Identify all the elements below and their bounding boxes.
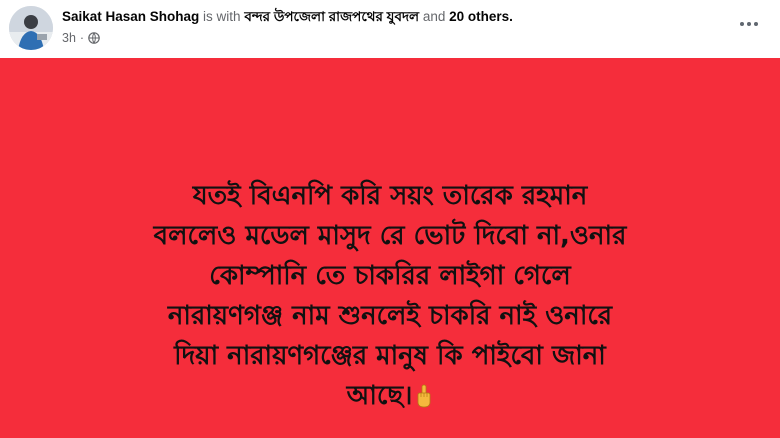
status-text: যতই বিএনপি করি সয়ং তারেক রহমান বললেও মড… bbox=[30, 176, 750, 416]
more-options-icon bbox=[740, 22, 744, 26]
post-header: Saikat Hasan Shohag is with বন্দর উপজেলা… bbox=[0, 0, 780, 58]
author-avatar[interactable] bbox=[9, 6, 53, 50]
post-timestamp-row: 3h · bbox=[62, 30, 720, 46]
group-name-link[interactable]: বন্দর উপজেলা রাজপথের যুবদল bbox=[244, 9, 419, 24]
more-options-icon-dot bbox=[754, 22, 758, 26]
more-options-icon-dot bbox=[747, 22, 751, 26]
post-attribution: Saikat Hasan Shohag is with বন্দর উপজেলা… bbox=[62, 8, 720, 26]
status-line: দিয়া নারায়ণগঞ্জের মানুষ কি পাইবো জানা bbox=[174, 341, 606, 371]
globe-icon[interactable] bbox=[88, 32, 100, 44]
post-time-link[interactable]: 3h bbox=[62, 30, 76, 46]
status-line: বললেও মডেল মাসুদ রে ভোট দিবো না,ওনার bbox=[153, 221, 627, 251]
separator-dot: · bbox=[79, 31, 85, 45]
with-text: is with bbox=[199, 9, 245, 24]
status-background[interactable]: যতই বিএনপি করি সয়ং তারেক রহমান বললেও মড… bbox=[0, 58, 780, 438]
and-text: and bbox=[419, 9, 450, 24]
status-line: যতই বিএনপি করি সয়ং তারেক রহমান bbox=[192, 181, 588, 211]
status-last-line: আছে। bbox=[30, 376, 750, 416]
pointing-finger-emoji bbox=[415, 380, 433, 408]
others-link[interactable]: 20 others. bbox=[449, 9, 513, 24]
post-meta: Saikat Hasan Shohag is with বন্দর উপজেলা… bbox=[62, 8, 720, 46]
author-name-link[interactable]: Saikat Hasan Shohag bbox=[62, 9, 199, 24]
status-line: আছে। bbox=[346, 381, 413, 411]
status-line: কোম্পানি তে চাকরির লাইগা গেলে bbox=[209, 261, 571, 291]
more-options-button[interactable] bbox=[732, 12, 766, 36]
status-line: নারায়ণগঞ্জ নাম শুনলেই চাকরি নাই ওনারে bbox=[167, 301, 613, 331]
